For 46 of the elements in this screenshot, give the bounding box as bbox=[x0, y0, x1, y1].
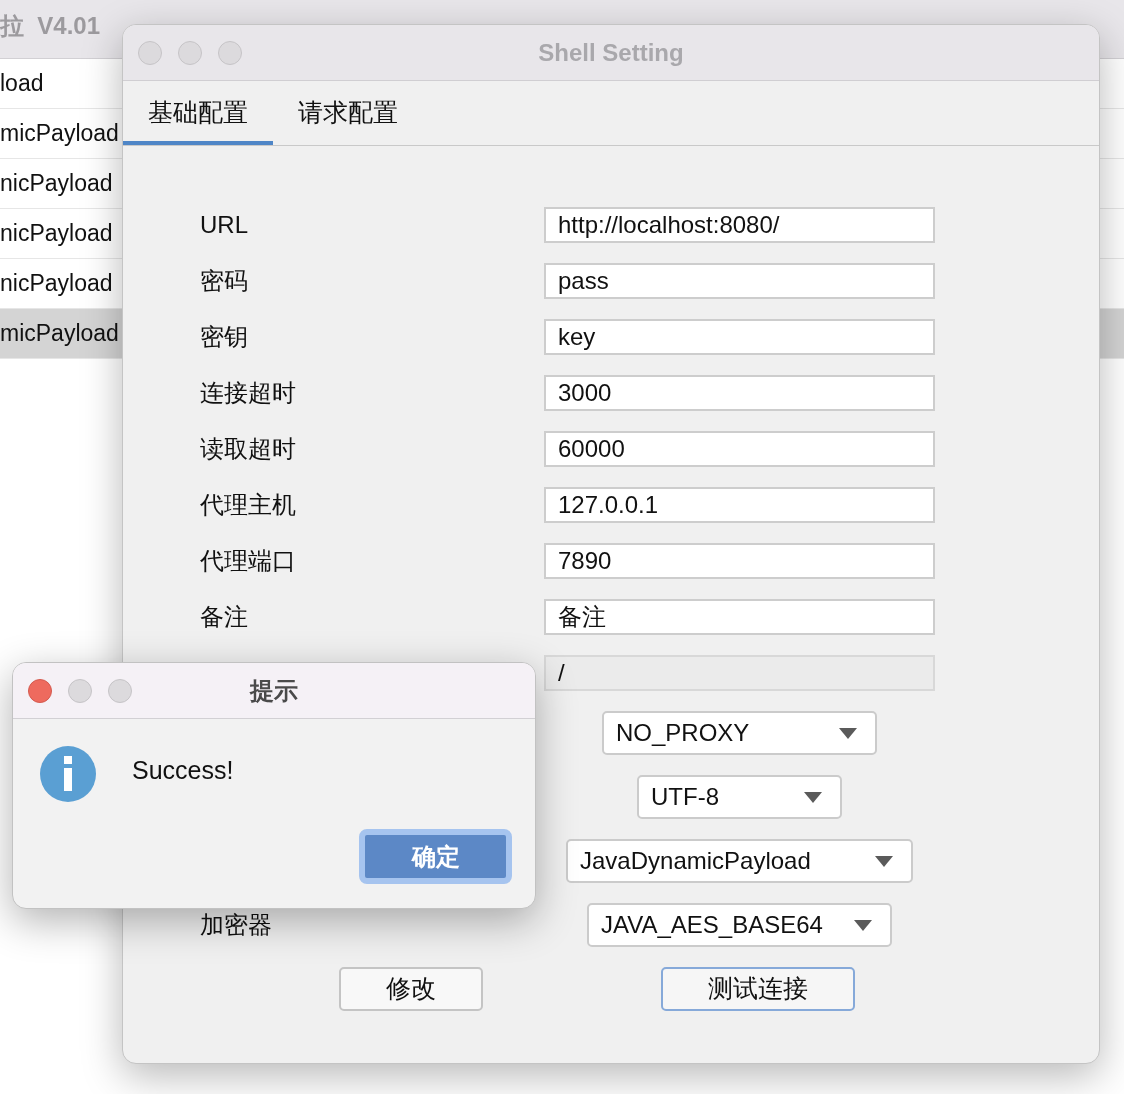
text-field[interactable]: 60000 bbox=[544, 431, 935, 467]
field-label: 连接超时 bbox=[200, 378, 296, 408]
caret-icon bbox=[839, 727, 857, 739]
text-field[interactable]: key bbox=[544, 319, 935, 355]
field-label: 读取超时 bbox=[200, 434, 296, 464]
text-field[interactable]: 127.0.0.1 bbox=[544, 487, 935, 523]
dropdown[interactable]: NO_PROXY bbox=[602, 711, 877, 755]
action-button[interactable]: 修改 bbox=[339, 967, 483, 1011]
text-field[interactable]: 备注 bbox=[544, 599, 935, 635]
field-label: 加密器 bbox=[200, 910, 272, 940]
maximize-button[interactable] bbox=[218, 40, 242, 65]
dropdown[interactable]: UTF-8 bbox=[637, 775, 842, 819]
dropdown[interactable]: JavaDynamicPayload bbox=[566, 839, 913, 883]
action-button[interactable]: 测试连接 bbox=[661, 967, 855, 1011]
field-label: 密码 bbox=[200, 266, 248, 296]
dropdown-value: NO_PROXY bbox=[616, 718, 751, 748]
window-title: 拉 V4.01 bbox=[0, 12, 101, 39]
text-field[interactable]: http://localhost:8080/ bbox=[544, 207, 935, 243]
field-label: 备注 bbox=[200, 602, 248, 632]
dropdown-value: JavaDynamicPayload bbox=[580, 846, 812, 876]
caret-icon bbox=[804, 791, 822, 803]
text-field[interactable]: 7890 bbox=[544, 543, 935, 579]
dropdown-value: JAVA_AES_BASE64 bbox=[601, 910, 824, 940]
window-title: 提示 bbox=[250, 675, 298, 706]
list-item[interactable]: micPayload bbox=[0, 309, 122, 358]
close-button[interactable] bbox=[28, 678, 52, 703]
ok-button[interactable]: 确定 bbox=[359, 829, 512, 884]
text-field[interactable]: pass bbox=[544, 263, 935, 299]
field-label: 代理端口 bbox=[200, 546, 296, 576]
close-button[interactable] bbox=[138, 40, 162, 65]
field-label: 密钥 bbox=[200, 322, 248, 352]
message-text: Success! bbox=[132, 755, 234, 787]
minimize-button[interactable] bbox=[68, 678, 92, 703]
dropdown[interactable]: JAVA_AES_BASE64 bbox=[587, 903, 892, 947]
info-icon bbox=[40, 746, 96, 802]
tab[interactable]: 请求配置 bbox=[273, 81, 423, 145]
tab[interactable]: 基础配置 bbox=[123, 81, 273, 145]
caret-icon bbox=[875, 855, 893, 867]
window-title: Shell Setting bbox=[538, 37, 684, 68]
dropdown-value: UTF-8 bbox=[651, 782, 720, 812]
caret-icon bbox=[854, 919, 872, 931]
field-label: URL bbox=[200, 210, 248, 240]
field-label: 代理主机 bbox=[200, 490, 296, 520]
text-field[interactable]: 3000 bbox=[544, 375, 935, 411]
maximize-button[interactable] bbox=[108, 678, 132, 703]
minimize-button[interactable] bbox=[178, 40, 202, 65]
